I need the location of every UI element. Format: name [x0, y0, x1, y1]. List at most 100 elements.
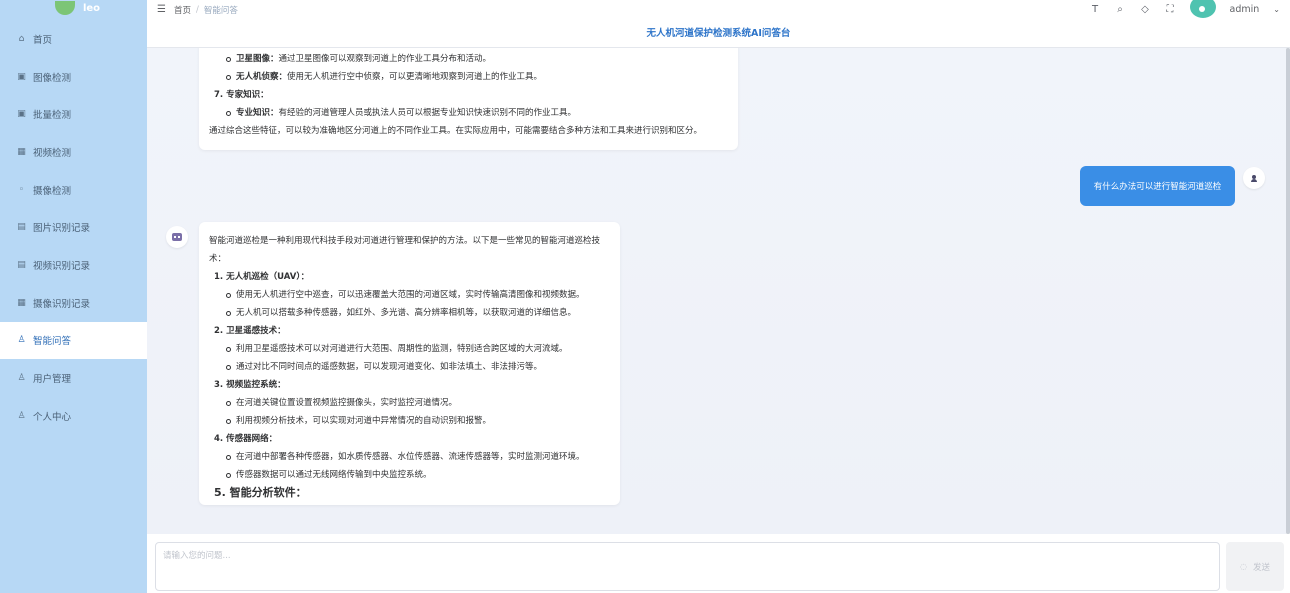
- sidebar-item-label: 摄像识别记录: [33, 298, 91, 310]
- chat-scroll-thumb[interactable]: [1286, 48, 1290, 534]
- list-heading: 3. 视频监控系统：: [209, 376, 610, 394]
- bot-intro: 智能河道巡检是一种利用现代科技手段对河道进行管理和保护的方法。以下是一些常见的智…: [209, 236, 601, 264]
- list-item: 专业知识：有经验的河道管理人员或执法人员可以根据专业知识快速识别不同的作业工具。: [209, 104, 728, 122]
- sidebar-item[interactable]: ♙ 智能问答: [0, 321, 147, 360]
- item-text: 通过综合这些特征，可以较为准确地区分河道上的不同作业工具。在实际应用中，可能需要…: [209, 126, 703, 136]
- sidebar-item-label: 智能问答: [33, 336, 72, 348]
- sidebar-item-label: 用户管理: [33, 374, 72, 386]
- sidebar-item[interactable]: ▣ 图像检测: [0, 58, 147, 96]
- item-title: 7. 专家知识：: [214, 90, 269, 100]
- user-message: 有什么办法可以进行智能河道巡检: [1080, 166, 1235, 206]
- user-icon: ♙: [17, 373, 26, 384]
- list-item: 无人机侦察：使用无人机进行空中侦察，可以更清晰地观察到河道上的作业工具。: [209, 68, 728, 86]
- sidebar-item[interactable]: ♙ 个人中心: [0, 397, 147, 435]
- breadcrumb-home[interactable]: 首页: [174, 4, 191, 16]
- bot-message-current: 智能河道巡检是一种利用现代科技手段对河道进行管理和保护的方法。以下是一些常见的智…: [199, 222, 620, 505]
- topbar: ☰ 首页 / 智能问答 T ⌕ ◇ ⛶ admin ⌄: [147, 0, 1290, 19]
- list-heading: 7. 专家知识：: [209, 86, 728, 104]
- sidebar-item[interactable]: ▤ 图片识别记录: [0, 208, 147, 246]
- chat-scrollbar[interactable]: [1286, 48, 1290, 534]
- logo-icon: [54, 1, 75, 15]
- sidebar-item-label: 视频识别记录: [33, 260, 91, 272]
- fullscreen-icon[interactable]: ⛶: [1165, 4, 1176, 15]
- list-item: 卫星图像：通过卫星图像可以观察到河道上的作业工具分布和活动。: [209, 50, 728, 68]
- list-item: 在河道中部署各种传感器，如水质传感器、水位传感器、流速传感器等，实时监测河道环境…: [209, 448, 610, 466]
- item-text: 使用无人机进行空中侦察，可以更清晰地观察到河道上的作业工具。: [287, 72, 543, 82]
- user-icon: ♙: [17, 410, 26, 421]
- list-heading: 通过综合这些特征，可以较为准确地区分河道上的不同作业工具。在实际应用中，可能需要…: [209, 122, 728, 140]
- item-text: 在河道中部署各种传感器，如水质传感器、水位传感器、流速传感器等，实时监测河道环境…: [236, 452, 585, 462]
- breadcrumb-separator: /: [195, 4, 199, 15]
- list-heading: 4. 传感器网络：: [209, 430, 610, 448]
- camera-icon: ◦: [18, 184, 25, 195]
- user-avatar: [1243, 167, 1265, 189]
- user-icon: [1251, 174, 1257, 182]
- list-item: 传感器数据可以通过无线网络传输到中央监控系统。: [209, 466, 610, 484]
- images-icon: ▣: [17, 109, 26, 120]
- list-item: 无人机可以搭载多种传感器，如红外、多光谱、高分辨率相机等，以获取河道的详细信息。: [209, 304, 610, 322]
- item-title: 卫星图像：: [236, 54, 279, 64]
- doc-icon: ▤: [17, 259, 26, 270]
- list-heading: 1. 无人机巡检（UAV）：: [209, 268, 610, 286]
- item-text: 通过卫星图像可以观察到河道上的作业工具分布和活动。: [278, 54, 492, 64]
- sidebar-item-label: 个人中心: [33, 411, 72, 423]
- bot-message-previous: 卫星图像：通过卫星图像可以观察到河道上的作业工具分布和活动。 无人机侦察：使用无人…: [199, 48, 738, 150]
- font-size-icon[interactable]: T: [1090, 4, 1101, 15]
- item-title: 专业知识：: [236, 108, 279, 118]
- list-item: 利用卫星遥感技术可以对河道进行大范围、周期性的监测，特别适合跨区域的大河流域。: [209, 340, 610, 358]
- topbar-tools: T ⌕ ◇ ⛶ admin ⌄: [1090, 0, 1280, 19]
- sidebar-item[interactable]: ◦ 摄像检测: [0, 171, 147, 209]
- sidebar-item[interactable]: ▦ 摄像识别记录: [0, 284, 147, 322]
- sidebar-menu: ⌂ 首页 ▣ 图像检测 ▣ 批量检测 ▦ 视频检测 ◦ 摄像检测 ▤ 图片识别记录 ▤ 视频识别记录 ▦ 摄像…: [0, 20, 147, 435]
- chat-area[interactable]: 卫星图像：通过卫星图像可以观察到河道上的作业工具分布和活动。 无人机侦察：使用无人…: [147, 48, 1290, 534]
- sidebar-item[interactable]: ▤ 视频识别记录: [0, 246, 147, 284]
- sidebar-item-label: 图像检测: [33, 72, 72, 84]
- avatar[interactable]: [1189, 0, 1216, 18]
- user-name[interactable]: admin: [1230, 4, 1260, 15]
- sidebar-item-label: 视频检测: [33, 147, 72, 159]
- image-icon: ▣: [17, 71, 26, 82]
- bot-avatar: [166, 226, 188, 248]
- item-text: 无人机可以搭载多种传感器，如红外、多光谱、高分辨率相机等，以获取河道的详细信息。: [236, 308, 577, 318]
- list-item: 在河道关键位置设置视频监控摄像头，实时监控河道情况。: [209, 394, 610, 412]
- item-text: 利用卫星遥感技术可以对河道进行大范围、周期性的监测，特别适合跨区域的大河流域。: [236, 344, 568, 354]
- item-text: 有经验的河道管理人员或执法人员可以根据专业知识快速识别不同的作业工具。: [278, 108, 577, 118]
- sidebar-item-label: 图片识别记录: [33, 223, 91, 235]
- item-text: 利用视频分析技术，可以实现对河道中异常情况的自动识别和报警。: [236, 416, 492, 426]
- question-input[interactable]: [155, 542, 1220, 591]
- search-icon[interactable]: ⌕: [1115, 4, 1126, 15]
- breadcrumb-current: 智能问答: [203, 5, 238, 16]
- sidebar-item[interactable]: ♙ 用户管理: [0, 359, 147, 397]
- logo: leo: [0, 0, 147, 16]
- sidebar-item[interactable]: ⌂ 首页: [0, 20, 147, 58]
- list-item: 使用无人机进行空中巡查，可以迅速覆盖大范围的河道区域，实时传输高清图像和视频数据…: [209, 286, 610, 304]
- item-text: 使用无人机进行空中巡查，可以迅速覆盖大范围的河道区域，实时传输高清图像和视频数据…: [236, 290, 585, 300]
- item-text: 传感器数据可以通过无线网络传输到中央监控系统。: [236, 470, 432, 480]
- list-item: 利用视频分析技术，可以实现对河道中异常情况的自动识别和报警。: [209, 412, 610, 430]
- user-icon: ♙: [17, 335, 26, 346]
- item-title: 1. 无人机巡检（UAV）：: [214, 272, 310, 282]
- item-title: 3. 视频监控系统：: [214, 380, 286, 390]
- table-icon: ▦: [17, 297, 26, 308]
- chevron-down-icon[interactable]: ⌄: [1273, 5, 1280, 14]
- item-text: 在河道关键位置设置视频监控摄像头，实时监控河道情况。: [236, 398, 458, 408]
- sidebar: leo ⌂ 首页 ▣ 图像检测 ▣ 批量检测 ▦ 视频检测 ◦ 摄像检测 ▤ 图片识别记录 ▤ 视频识别记…: [0, 0, 147, 593]
- send-button[interactable]: ◌ 发送: [1226, 542, 1284, 591]
- list-item: 通过对比不同时间点的遥感数据，可以发现河道变化、如非法填土、非法排污等。: [209, 358, 610, 376]
- page-title: 无人机河道保护检测系统AI问答台: [147, 19, 1290, 48]
- sidebar-item[interactable]: ▦ 视频检测: [0, 133, 147, 171]
- robot-icon: [172, 233, 182, 241]
- sidebar-item[interactable]: ▣ 批量检测: [0, 95, 147, 133]
- item-text: 通过对比不同时间点的遥感数据，可以发现河道变化、如非法填土、非法排污等。: [236, 362, 543, 372]
- home-icon: ⌂: [18, 33, 25, 44]
- theme-icon[interactable]: ◇: [1140, 4, 1151, 15]
- item-title: 4. 传感器网络：: [214, 434, 278, 444]
- doc-icon: ▤: [17, 222, 26, 233]
- sidebar-item-label: 首页: [33, 34, 53, 46]
- sidebar-item-label: 摄像检测: [33, 185, 72, 197]
- send-icon: ◌: [1240, 562, 1247, 571]
- send-label: 发送: [1252, 562, 1270, 573]
- video-icon: ▦: [17, 146, 26, 157]
- menu-toggle-icon[interactable]: ☰: [157, 4, 166, 15]
- input-bar: ◌ 发送: [147, 534, 1290, 593]
